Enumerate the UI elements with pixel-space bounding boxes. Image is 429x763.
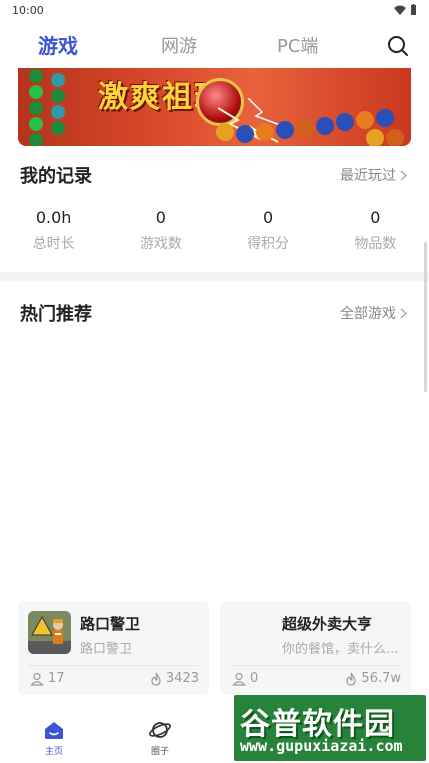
nav-circle-label: 圈子 xyxy=(150,747,169,757)
chevron-right-icon xyxy=(400,307,407,319)
flame-icon xyxy=(346,672,357,686)
banner-balls-right xyxy=(216,109,404,146)
search-icon[interactable] xyxy=(387,35,409,57)
status-time: 10:00 xyxy=(12,4,44,17)
stat-game-count: 0 游戏数 xyxy=(107,208,214,253)
game-banner[interactable]: 激爽祖玛 xyxy=(18,68,411,146)
heat-count: 3423 xyxy=(150,671,199,686)
tab-games[interactable]: 游戏 xyxy=(38,30,78,59)
stat-label: 游戏数 xyxy=(139,236,182,252)
user-icon xyxy=(232,672,246,686)
heat-count: 56.7w xyxy=(345,671,401,686)
chevron-right-icon xyxy=(400,169,407,181)
planet-icon xyxy=(149,722,171,738)
my-records-section: 我的记录 最近玩过 0.0h 总时长 0 游戏数 0 得积分 0 物品数 xyxy=(0,158,429,268)
hot-recommend-section: 热门推荐 全部游戏 xyxy=(0,298,429,328)
hot-recommend-title: 热门推荐 xyxy=(20,304,92,325)
banner-balls-left xyxy=(29,69,65,146)
user-icon xyxy=(30,672,44,686)
nav-home[interactable]: 主页 xyxy=(24,719,84,757)
battery-icon xyxy=(411,4,416,15)
stat-value: 0 xyxy=(370,208,381,227)
all-games-link[interactable]: 全部游戏 xyxy=(340,303,407,323)
card-divider xyxy=(28,665,199,666)
home-icon xyxy=(45,722,63,739)
stat-value: 0 xyxy=(263,208,274,227)
stat-points: 0 得积分 xyxy=(215,208,322,253)
players-count: 0 xyxy=(232,671,258,686)
all-games-label: 全部游戏 xyxy=(340,306,396,322)
game-card[interactable]: 超级外卖大亨 你的餐馆，卖什么... 0 56.7w xyxy=(220,601,411,695)
nav-home-label: 主页 xyxy=(44,747,63,757)
recently-played-link[interactable]: 最近玩过 xyxy=(340,165,407,185)
heat-value: 56.7w xyxy=(361,671,401,686)
stat-label: 得积分 xyxy=(247,236,290,252)
stat-label: 物品数 xyxy=(354,236,397,252)
scrollbar[interactable] xyxy=(424,242,427,392)
record-stats: 0.0h 总时长 0 游戏数 0 得积分 0 物品数 xyxy=(0,208,429,253)
guard-thumbnail-art xyxy=(28,611,71,654)
status-icons xyxy=(394,4,417,15)
top-tabs: 游戏 网游 PC端 xyxy=(0,26,429,66)
stat-total-time: 0.0h 总时长 xyxy=(0,208,107,253)
my-records-title: 我的记录 xyxy=(20,166,92,187)
tab-online-games[interactable]: 网游 xyxy=(161,32,197,58)
flame-icon xyxy=(151,672,161,686)
stat-items: 0 物品数 xyxy=(322,208,429,253)
tab-pc[interactable]: PC端 xyxy=(277,32,318,58)
game-name: 路口警卫 xyxy=(80,615,141,633)
card-divider xyxy=(230,665,401,666)
recently-played-label: 最近玩过 xyxy=(340,168,396,184)
game-subtitle: 你的餐馆，卖什么... xyxy=(282,642,399,657)
players-value: 0 xyxy=(250,671,259,686)
players-value: 17 xyxy=(48,671,65,686)
game-name: 超级外卖大亨 xyxy=(282,615,373,633)
wifi-icon xyxy=(394,5,406,15)
players-count: 17 xyxy=(30,671,65,686)
watermark-url: www.gupuxiazai.com xyxy=(240,737,403,755)
game-subtitle: 路口警卫 xyxy=(80,642,133,657)
stat-label: 总时长 xyxy=(32,236,75,252)
stat-value: 0.0h xyxy=(35,208,72,227)
watermark: 谷普软件园 www.gupuxiazai.com xyxy=(234,695,426,761)
status-bar: 10:00 xyxy=(0,0,429,22)
nav-circle[interactable]: 圈子 xyxy=(130,719,190,757)
game-card[interactable]: 路口警卫 路口警卫 17 3423 xyxy=(18,601,209,695)
heat-value: 3423 xyxy=(165,671,199,686)
stat-value: 0 xyxy=(155,208,166,227)
game-thumbnail xyxy=(28,611,71,654)
section-divider xyxy=(0,272,429,281)
